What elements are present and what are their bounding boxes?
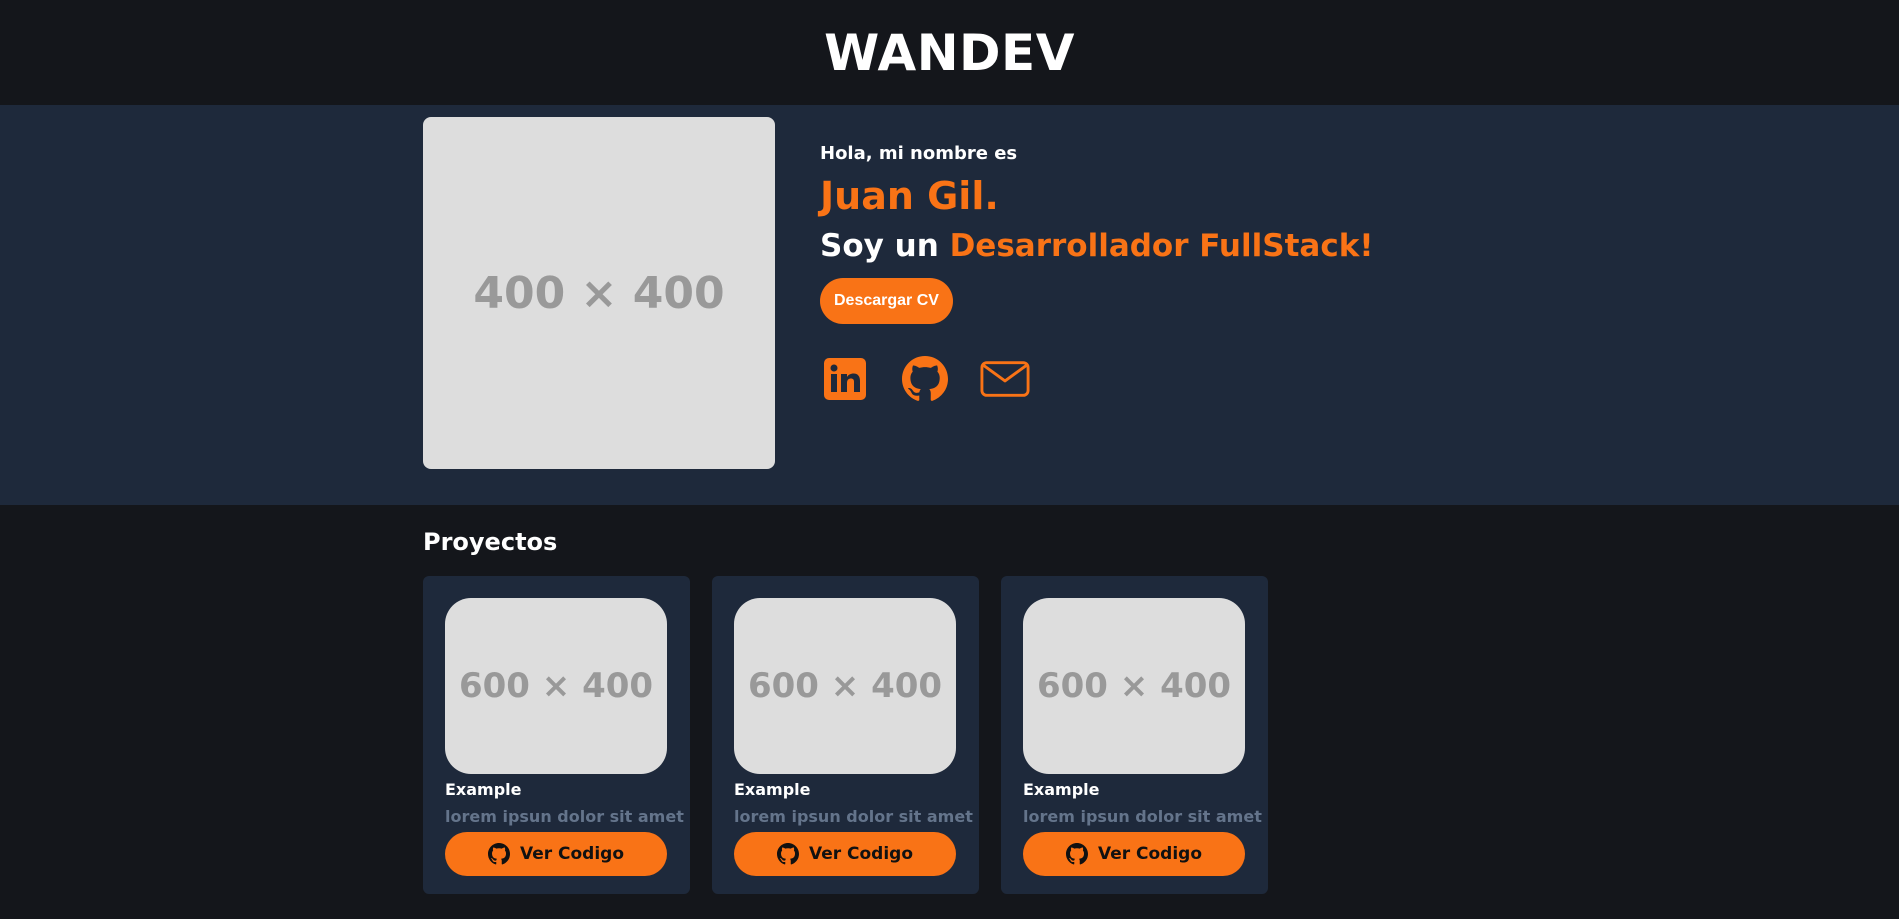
- projects-title: Proyectos: [423, 528, 558, 556]
- project-card: 600 × 400 Example lorem ipsun dolor sit …: [712, 576, 979, 894]
- github-icon: [487, 843, 510, 865]
- top-bar: WANDEV: [0, 0, 1899, 105]
- brand-title: WANDEV: [824, 23, 1075, 82]
- projects-section: Proyectos 600 × 400 Example lorem ipsun …: [423, 528, 1473, 894]
- github-icon: [776, 843, 799, 865]
- project-card: 600 × 400 Example lorem ipsun dolor sit …: [423, 576, 690, 894]
- project-image-placeholder: 600 × 400: [1023, 598, 1245, 774]
- project-title: Example: [1023, 780, 1100, 799]
- project-image-placeholder: 600 × 400: [734, 598, 956, 774]
- view-code-button[interactable]: Ver Codigo: [1023, 832, 1245, 876]
- person-name: Juan Gil.: [820, 174, 999, 218]
- linkedin-link[interactable]: [820, 354, 870, 404]
- social-links: [820, 354, 1420, 404]
- project-title: Example: [445, 780, 522, 799]
- project-description: lorem ipsun dolor sit amet: [1023, 807, 1262, 826]
- project-description: lorem ipsun dolor sit amet: [445, 807, 684, 826]
- profile-image-placeholder: 400 × 400: [423, 117, 775, 469]
- linkedin-icon: [824, 358, 866, 400]
- role-highlight: Desarrollador FullStack!: [949, 228, 1374, 264]
- hero-content: 400 × 400 Hola, mi nombre es Juan Gil. S…: [423, 117, 1423, 477]
- project-description: lorem ipsun dolor sit amet: [734, 807, 973, 826]
- view-code-label: Ver Codigo: [1097, 844, 1203, 864]
- view-code-label: Ver Codigo: [519, 844, 625, 864]
- role-prefix: Soy un: [820, 228, 939, 264]
- github-icon: [902, 356, 948, 401]
- email-link[interactable]: [980, 354, 1030, 404]
- intro-block: Hola, mi nombre es Juan Gil. Soy un Desa…: [820, 143, 1420, 404]
- project-image-placeholder: 600 × 400: [445, 598, 667, 774]
- greeting-text: Hola, mi nombre es: [820, 143, 1018, 164]
- view-code-label: Ver Codigo: [808, 844, 914, 864]
- mail-icon: [980, 361, 1030, 397]
- view-code-button[interactable]: Ver Codigo: [734, 832, 956, 876]
- download-cv-button[interactable]: Descargar CV: [820, 278, 953, 324]
- project-cards: 600 × 400 Example lorem ipsun dolor sit …: [423, 576, 1473, 894]
- hero-section: 400 × 400 Hola, mi nombre es Juan Gil. S…: [0, 105, 1899, 505]
- project-title: Example: [734, 780, 811, 799]
- github-link[interactable]: [900, 354, 950, 404]
- view-code-button[interactable]: Ver Codigo: [445, 832, 667, 876]
- role-heading: Soy un Desarrollador FullStack!: [820, 228, 1420, 264]
- project-card: 600 × 400 Example lorem ipsun dolor sit …: [1001, 576, 1268, 894]
- github-icon: [1065, 843, 1088, 865]
